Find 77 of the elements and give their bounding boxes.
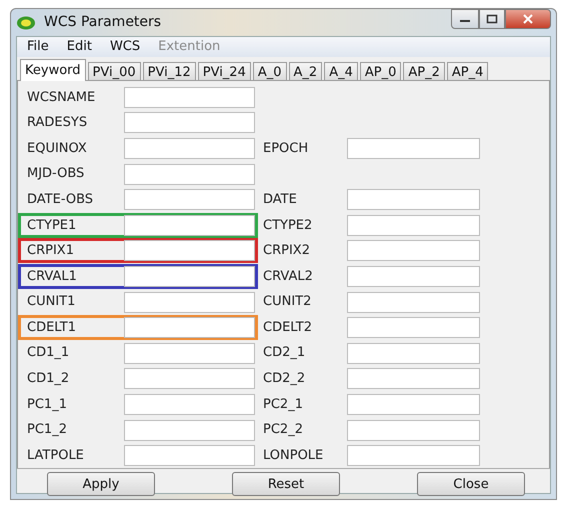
field-label: MJD-OBS — [27, 165, 86, 184]
field-label: PC1_1 — [27, 396, 68, 414]
input-field[interactable] — [124, 368, 255, 390]
input-field[interactable] — [124, 86, 255, 108]
input-field[interactable] — [347, 266, 480, 287]
input-field[interactable] — [347, 394, 480, 415]
maximize-icon — [486, 14, 498, 24]
input-field[interactable] — [124, 189, 255, 210]
input-field[interactable] — [124, 266, 255, 287]
field-label: EPOCH — [263, 140, 310, 158]
input-field[interactable] — [347, 420, 480, 441]
tab[interactable]: A_0 — [252, 62, 287, 80]
input-field[interactable] — [124, 394, 255, 415]
field-label: EQUINOX — [27, 140, 88, 158]
input-field[interactable] — [347, 189, 480, 210]
input-field[interactable] — [124, 214, 255, 236]
tab[interactable]: AP_2 — [403, 62, 445, 80]
minimize-button[interactable] — [451, 9, 479, 29]
tab[interactable]: PVi_24 — [198, 62, 251, 80]
input-field[interactable] — [347, 292, 480, 313]
input-field[interactable] — [124, 240, 255, 262]
tab[interactable]: A_4 — [324, 62, 358, 80]
dialog-button[interactable]: Reset — [232, 472, 340, 496]
field-label: PC2_1 — [263, 396, 304, 414]
close-button[interactable] — [505, 9, 551, 29]
field-label: CD1_1 — [27, 344, 70, 362]
field-label: CUNIT2 — [263, 293, 312, 312]
field-label: WCSNAME — [27, 88, 96, 107]
tab[interactable]: Keyword — [20, 58, 86, 80]
input-field[interactable] — [124, 292, 255, 313]
input-field[interactable] — [347, 445, 480, 466]
field-label: PC2_2 — [263, 421, 304, 440]
tab[interactable]: PVi_00 — [88, 62, 141, 80]
tab[interactable]: A_2 — [288, 62, 322, 80]
field-label: CRVAL2 — [263, 268, 314, 286]
field-label: CTYPE1 — [27, 216, 78, 235]
field-label: LATPOLE — [27, 446, 85, 465]
field-label: RADESYS — [27, 114, 88, 132]
input-field[interactable] — [347, 368, 480, 390]
field-label: LONPOLE — [263, 446, 324, 465]
input-field[interactable] — [124, 445, 255, 466]
app-icon — [16, 14, 36, 30]
menu-item[interactable]: File — [25, 37, 51, 56]
dialog-button[interactable]: Apply — [47, 472, 155, 496]
window-title: WCS Parameters — [44, 13, 162, 32]
close-icon — [522, 14, 534, 24]
input-field[interactable] — [124, 112, 255, 134]
field-label: CRVAL1 — [27, 268, 78, 286]
maximize-button[interactable] — [479, 9, 505, 29]
field-label: CD2_1 — [263, 344, 306, 362]
input-field[interactable] — [124, 420, 255, 441]
field-label: CDELT1 — [27, 318, 77, 337]
tab[interactable]: AP_4 — [446, 62, 488, 80]
field-label: CTYPE2 — [263, 216, 314, 235]
input-field[interactable] — [347, 214, 480, 236]
dialog-button[interactable]: Close — [417, 472, 525, 496]
input-field[interactable] — [347, 342, 480, 364]
input-field[interactable] — [124, 317, 255, 338]
field-label: CRPIX2 — [263, 242, 311, 260]
input-field[interactable] — [124, 342, 255, 364]
field-label: CD2_2 — [263, 370, 306, 388]
field-label: PC1_2 — [27, 421, 68, 440]
field-label: CDELT2 — [263, 318, 313, 337]
field-label: DATE-OBS — [27, 190, 94, 209]
tab[interactable]: AP_0 — [360, 62, 402, 80]
tab[interactable]: PVi_12 — [142, 62, 196, 80]
field-label: CD1_2 — [27, 370, 70, 388]
menu-item[interactable]: WCS — [108, 37, 142, 56]
input-field[interactable] — [347, 138, 480, 159]
input-field[interactable] — [124, 138, 255, 159]
input-field[interactable] — [347, 240, 480, 262]
field-label: DATE — [263, 190, 298, 209]
field-label: CUNIT1 — [27, 293, 76, 312]
field-label: CRPIX1 — [27, 242, 75, 260]
menu-item[interactable]: Edit — [64, 37, 94, 56]
input-field[interactable] — [347, 317, 480, 338]
input-field[interactable] — [124, 164, 255, 185]
